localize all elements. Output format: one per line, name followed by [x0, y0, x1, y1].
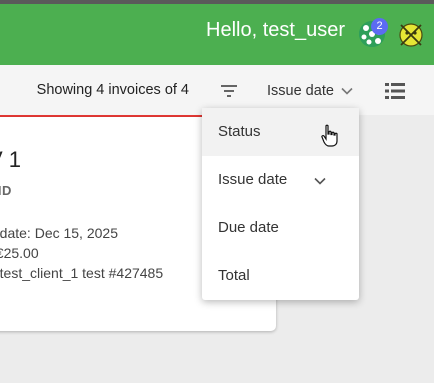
invoice-count-text: Showing 4 invoices of 4	[36, 82, 189, 98]
sort-select[interactable]: Issue date	[267, 81, 354, 101]
notification-badge: 2	[371, 18, 388, 35]
invoice-status: AID	[0, 183, 12, 198]
sort-option-due-date[interactable]: Due date	[202, 204, 359, 252]
invoice-amount: : €25.00	[0, 245, 39, 261]
chevron-down-icon	[314, 177, 326, 185]
sort-option-label: Issue date	[218, 171, 288, 188]
sort-option-total[interactable]: Total	[202, 252, 359, 300]
sort-option-label: Status	[218, 123, 261, 140]
invoice-issue-date: e date: Dec 15, 2025	[0, 225, 118, 241]
sort-option-label: Total	[218, 267, 250, 284]
hand-cursor-icon	[320, 124, 340, 148]
greeting-text: Hello, test_user	[206, 19, 345, 41]
sort-select-label: Issue date	[267, 83, 334, 99]
sort-option-label: Due date	[218, 219, 279, 236]
sort-option-issue-date[interactable]: Issue date	[202, 156, 359, 204]
chevron-down-icon	[341, 87, 353, 95]
invoice-title: V 1	[0, 147, 22, 172]
list-view-icon[interactable]	[383, 80, 407, 102]
invoice-client: t: test_client_1 test #427485	[0, 265, 164, 281]
logout-icon[interactable]	[398, 22, 424, 48]
filter-icon[interactable]	[218, 80, 240, 102]
